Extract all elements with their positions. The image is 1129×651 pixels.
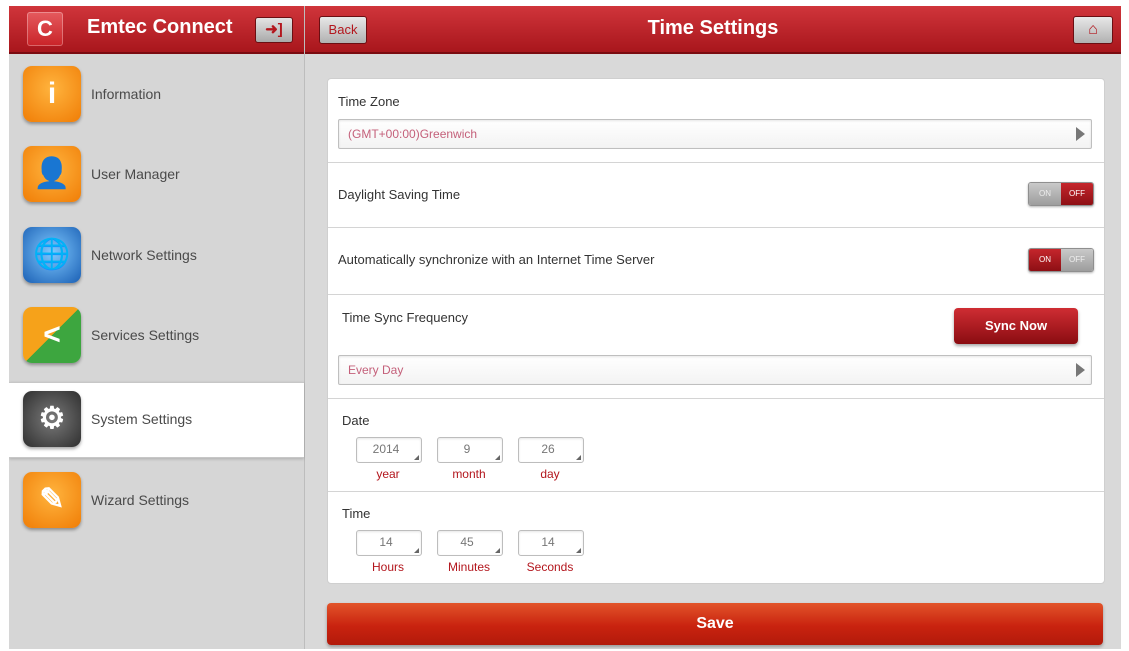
sync-now-button[interactable]: Sync Now (954, 308, 1078, 344)
toggle-off-label: OFF (1061, 183, 1093, 205)
app-title: Emtec Connect (87, 16, 233, 38)
year-value: 2014 (372, 442, 400, 456)
timezone-select[interactable]: (GMT+00:00)Greenwich (338, 119, 1092, 149)
main-header: Back Time Settings ⌂ (305, 6, 1121, 54)
information-icon: i (23, 66, 81, 122)
chevron-right-icon (1076, 127, 1085, 141)
date-row: Date 2014 year 9 month 26 day (328, 399, 1104, 492)
month-value: 9 (463, 442, 471, 456)
page-title: Time Settings (647, 17, 779, 39)
main-content: Back Time Settings ⌂ Time Zone (GMT+00:0… (305, 6, 1121, 649)
home-icon: ⌂ (1088, 21, 1098, 38)
sidebar-header: C Emtec Connect ➜] (9, 6, 304, 54)
day-label: day (540, 467, 560, 481)
dst-label: Daylight Saving Time (338, 187, 461, 202)
sidebar-item-label: Wizard Settings (91, 492, 190, 508)
sidebar-item-information[interactable]: i Information (9, 60, 304, 130)
frequency-label: Time Sync Frequency (342, 310, 468, 325)
wand-icon: ✎ (23, 472, 81, 528)
resize-corner-icon (495, 548, 500, 553)
save-button[interactable]: Save (327, 603, 1103, 645)
sidebar-item-user-manager[interactable]: 👤 User Manager (9, 140, 304, 210)
share-icon: < (23, 307, 81, 363)
month-stepper[interactable]: 9 (437, 437, 503, 463)
seconds-value: 14 (541, 535, 555, 549)
timezone-row: Time Zone (GMT+00:00)Greenwich (328, 79, 1104, 163)
time-label: Time (342, 506, 371, 521)
user-icon: 👤 (23, 146, 81, 202)
sidebar-item-services-settings[interactable]: < Services Settings (9, 301, 304, 371)
date-label: Date (342, 413, 370, 428)
frequency-select[interactable]: Every Day (338, 355, 1092, 385)
minutes-label: Minutes (447, 560, 491, 574)
frequency-value: Every Day (348, 363, 404, 377)
toggle-off-label: OFF (1061, 249, 1093, 271)
day-stepper[interactable]: 26 (518, 437, 584, 463)
dst-toggle[interactable]: ON OFF (1028, 182, 1094, 206)
globe-icon: 🌐 (23, 227, 81, 283)
sidebar-item-label: Information (91, 86, 162, 102)
time-settings-panel: Time Zone (GMT+00:00)Greenwich Daylight … (327, 78, 1105, 584)
sidebar-item-label: Services Settings (91, 327, 200, 343)
gear-icon: ⚙ (23, 391, 81, 447)
sidebar-item-system-settings[interactable]: ⚙ System Settings (9, 382, 304, 458)
toggle-on-label: ON (1029, 183, 1061, 205)
autosync-label: Automatically synchronize with an Intern… (338, 252, 655, 267)
emtec-logo-icon: C (27, 12, 63, 46)
day-value: 26 (541, 442, 555, 456)
sidebar-item-label: Network Settings (91, 247, 197, 263)
timezone-label: Time Zone (338, 94, 400, 109)
sidebar-item-network-settings[interactable]: 🌐 Network Settings (9, 221, 304, 291)
timezone-value: (GMT+00:00)Greenwich (348, 127, 478, 141)
seconds-label: Seconds (526, 560, 574, 574)
sidebar-item-wizard-settings[interactable]: ✎ Wizard Settings (9, 466, 304, 536)
resize-corner-icon (576, 548, 581, 553)
time-row: Time 14 Hours 45 Minutes 14 Seconds (328, 492, 1104, 582)
resize-corner-icon (576, 455, 581, 460)
year-label: year (376, 467, 400, 481)
logout-button[interactable]: ➜] (255, 17, 293, 43)
sidebar-item-label: System Settings (91, 411, 193, 427)
autosync-row: Automatically synchronize with an Intern… (328, 228, 1104, 295)
chevron-right-icon (1076, 363, 1085, 377)
frequency-row: Time Sync Frequency Sync Now Every Day (328, 295, 1104, 399)
resize-corner-icon (495, 455, 500, 460)
year-stepper[interactable]: 2014 (356, 437, 422, 463)
resize-corner-icon (414, 455, 419, 460)
sidebar: C Emtec Connect ➜] i Information 👤 User … (9, 6, 305, 649)
resize-corner-icon (414, 548, 419, 553)
home-button[interactable]: ⌂ (1073, 16, 1113, 44)
minutes-stepper[interactable]: 45 (437, 530, 503, 556)
app-window: C Emtec Connect ➜] i Information 👤 User … (9, 6, 1121, 649)
hours-value: 14 (379, 535, 393, 549)
dst-row: Daylight Saving Time ON OFF (328, 163, 1104, 228)
seconds-stepper[interactable]: 14 (518, 530, 584, 556)
sidebar-item-label: User Manager (91, 166, 180, 182)
minutes-value: 45 (460, 535, 474, 549)
hours-label: Hours (371, 560, 404, 574)
autosync-toggle[interactable]: ON OFF (1028, 248, 1094, 272)
month-label: month (452, 467, 486, 481)
hours-stepper[interactable]: 14 (356, 530, 422, 556)
toggle-on-label: ON (1029, 249, 1061, 271)
